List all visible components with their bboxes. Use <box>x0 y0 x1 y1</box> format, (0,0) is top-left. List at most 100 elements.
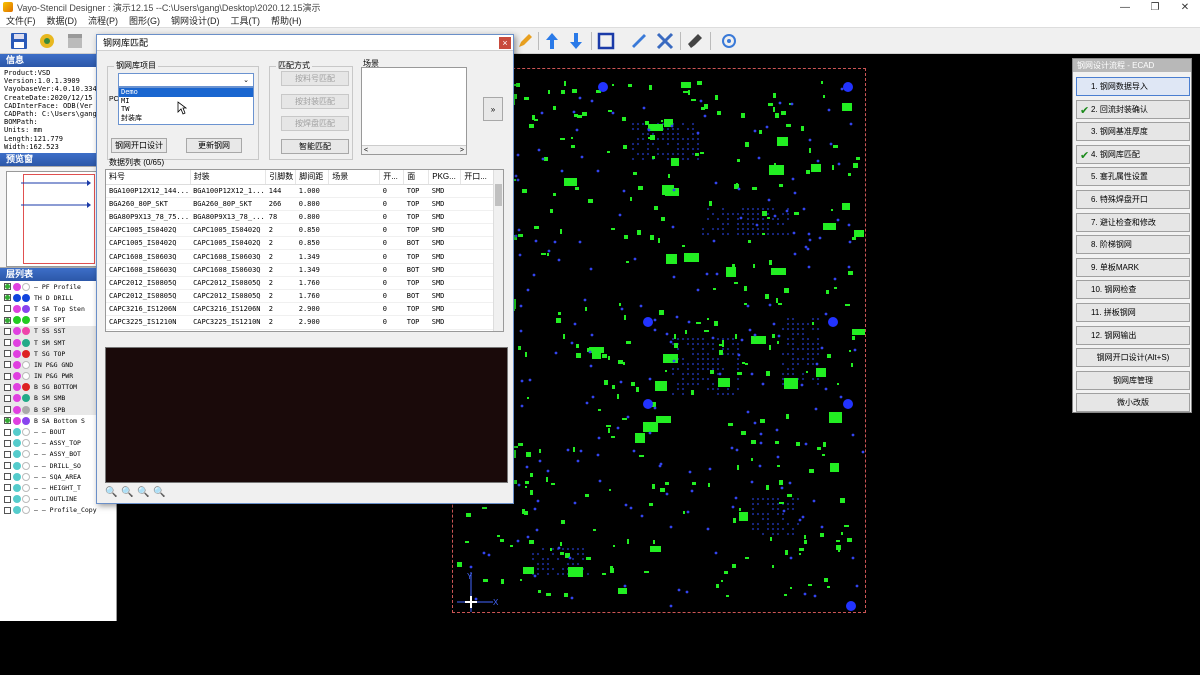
layer-visibility-checkbox[interactable] <box>4 283 11 291</box>
menu-tools[interactable]: 工具(T) <box>225 14 266 27</box>
table-row[interactable]: CAPC1608_IS0603Q CAPC1608_IS0603Q 2 1.349 0 T… <box>106 249 500 264</box>
table-row[interactable]: CAPC3216_IS1206N CAPC3216_IS1206N 2 2.900 0 T… <box>106 302 500 317</box>
table-row[interactable]: CAPC1005_IS0402Q CAPC1005_IS0402Q 2 0.850 0 T… <box>106 223 500 238</box>
column-header[interactable]: 封装 <box>190 170 267 185</box>
layer-visibility-checkbox[interactable] <box>4 473 11 481</box>
layer-row[interactable]: — — Profile_Copy <box>0 505 116 516</box>
flow-extra-button[interactable]: 微小改版 <box>1076 393 1190 413</box>
layer-visibility-checkbox[interactable] <box>4 383 11 391</box>
layer-visibility-checkbox[interactable] <box>4 316 11 324</box>
scroll-thumb[interactable] <box>495 184 502 206</box>
pencil-icon[interactable] <box>514 30 536 52</box>
column-header[interactable]: 场景 <box>328 170 381 185</box>
flow-step-button[interactable]: 3. 钢网基准厚度 <box>1076 122 1190 142</box>
menu-flow[interactable]: 流程(P) <box>82 14 123 27</box>
scene-list[interactable]: < > <box>361 67 467 155</box>
table-row[interactable]: BGA100P12X12_144... BGA100P12X12_1... 144 1… <box>106 184 500 198</box>
zoom-out-icon[interactable]: 🔍 <box>121 487 133 499</box>
flow-step-button[interactable]: 6. 特殊焊盘开口 <box>1076 190 1190 209</box>
scroll-right-icon[interactable]: > <box>460 147 464 154</box>
layer-visibility-checkbox[interactable] <box>4 327 11 335</box>
save-icon[interactable] <box>8 30 30 52</box>
column-header[interactable]: 脚间距 <box>295 170 330 185</box>
menu-graphics[interactable]: 图形(G) <box>123 14 165 27</box>
column-header[interactable]: 开... <box>379 170 405 185</box>
scroll-left-icon[interactable]: < <box>364 147 368 154</box>
flow-step-button[interactable]: 1. 钢网数据导入 <box>1076 77 1190 96</box>
zoom-window-icon[interactable]: 🔍 <box>153 487 165 499</box>
flow-step-button[interactable]: 12. 钢网输出 <box>1076 325 1190 345</box>
wrench-blue-icon[interactable] <box>628 30 650 52</box>
layer-visibility-checkbox[interactable] <box>4 406 11 414</box>
match-by-part-button[interactable]: 按料号匹配 <box>281 71 349 86</box>
close-window-button[interactable]: ✕ <box>1170 0 1200 14</box>
layer-visibility-checkbox[interactable] <box>4 484 11 492</box>
refresh-gear-icon[interactable] <box>36 30 58 52</box>
menu-file[interactable]: 文件(F) <box>0 14 41 27</box>
rectangle-select-icon[interactable] <box>595 30 617 52</box>
flow-step-button[interactable]: 5. 塞孔属性设置 <box>1076 167 1190 187</box>
layer-visibility-checkbox[interactable] <box>4 305 11 313</box>
flow-step-button[interactable]: 11. 拼板钢网 <box>1076 303 1190 322</box>
tools-icon[interactable] <box>654 30 676 52</box>
add-scene-button[interactable]: » <box>483 97 503 121</box>
match-by-pad-button[interactable]: 按焊盘匹配 <box>281 116 349 131</box>
layer-visibility-checkbox[interactable] <box>4 462 11 470</box>
table-row[interactable]: CAPC3225_IS1210N CAPC3225_IS1210N 2 2.900 0 T… <box>106 315 500 330</box>
layer-visibility-checkbox[interactable] <box>4 450 11 458</box>
flow-step-button[interactable]: ✔ 4. 钢网库匹配 <box>1076 144 1190 164</box>
hand-wrench-icon[interactable] <box>684 30 706 52</box>
flow-step-button[interactable]: ✔ 2. 回流封装确认 <box>1076 99 1190 119</box>
layer-visibility-checkbox[interactable] <box>4 361 11 369</box>
match-by-package-button[interactable]: 按封装匹配 <box>281 94 349 109</box>
table-vscroll[interactable] <box>493 170 503 331</box>
crosshair-icon[interactable] <box>718 30 740 52</box>
flow-step-button[interactable]: 10. 钢网检查 <box>1076 280 1190 300</box>
layer-visibility-checkbox[interactable] <box>4 294 11 302</box>
layer-visibility-checkbox[interactable] <box>4 439 11 447</box>
layer-visibility-checkbox[interactable] <box>4 417 11 425</box>
move-up-icon[interactable] <box>541 30 563 52</box>
menu-data[interactable]: 数据(D) <box>41 14 83 27</box>
menu-stencil-design[interactable]: 钢网设计(D) <box>165 14 225 27</box>
layer-visibility-checkbox[interactable] <box>4 495 11 503</box>
table-row[interactable]: CAPC1005_IS0402Q CAPC1005_IS0402Q 2 0.850 0 B… <box>106 236 500 251</box>
zoom-in-icon[interactable]: 🔍 <box>105 487 117 499</box>
layer-visibility-checkbox[interactable] <box>4 394 11 402</box>
layer-visibility-checkbox[interactable] <box>4 350 11 358</box>
table-row[interactable]: CAPC1608_IS0603Q CAPC1608_IS0603Q 2 1.349 0 B… <box>106 263 500 277</box>
stencil-opening-design-button[interactable]: 钢网开口设计 <box>111 138 167 153</box>
flow-step-button[interactable]: 8. 阶梯钢网 <box>1076 235 1190 255</box>
database-icon[interactable] <box>64 30 86 52</box>
layer-visibility-checkbox[interactable] <box>4 339 11 347</box>
update-stencil-button[interactable]: 更新钢网 <box>186 138 242 153</box>
table-row[interactable]: CAPC2012_IS0805Q CAPC2012_IS0805Q 2 1.760 0 B… <box>106 289 500 304</box>
pcb-canvas[interactable] <box>452 68 866 613</box>
scene-hscroll[interactable]: < > <box>362 145 466 154</box>
column-header[interactable]: PKG... <box>428 170 462 185</box>
layer-visibility-checkbox[interactable] <box>4 372 11 380</box>
dialog-close-button[interactable]: × <box>499 37 511 49</box>
table-row[interactable]: BGA80P9X13_78_75... BGA80P9X13_78_... 78 0.… <box>106 210 500 225</box>
layer-visibility-checkbox[interactable] <box>4 428 11 436</box>
zoom-fit-icon[interactable]: 🔍 <box>137 487 149 499</box>
column-header[interactable]: 面 <box>403 170 430 185</box>
chevron-down-icon[interactable]: ⌄ <box>239 74 253 86</box>
flow-extra-button[interactable]: 钢网开口设计(Alt+S) <box>1076 348 1190 368</box>
library-project-combo[interactable]: ⌄ <box>118 73 254 87</box>
dropdown-option[interactable]: Demo <box>119 88 253 97</box>
flow-step-button[interactable]: 9. 单板MARK <box>1076 257 1190 277</box>
table-row[interactable]: CAPC2012_IS0805Q CAPC2012_IS0805Q 2 1.760 0 T… <box>106 276 500 291</box>
layer-visibility-checkbox[interactable] <box>4 506 11 514</box>
flow-step-button[interactable]: 7. 避让检查和修改 <box>1076 212 1190 232</box>
maximize-button[interactable]: ❐ <box>1140 0 1170 14</box>
column-header[interactable]: 料号 <box>106 170 191 185</box>
menu-help[interactable]: 帮助(H) <box>265 14 307 27</box>
move-down-icon[interactable] <box>565 30 587 52</box>
package-preview-area[interactable] <box>105 347 508 483</box>
minimize-button[interactable]: — <box>1110 0 1140 14</box>
table-row[interactable]: BGA260_80P_SKT BGA260_80P_SKT 266 0.800 0 TOP… <box>106 197 500 211</box>
flow-extra-button[interactable]: 钢网库管理 <box>1076 370 1190 390</box>
column-header[interactable]: 引脚数 <box>265 170 297 185</box>
smart-match-button[interactable]: 智能匹配 <box>281 139 349 154</box>
